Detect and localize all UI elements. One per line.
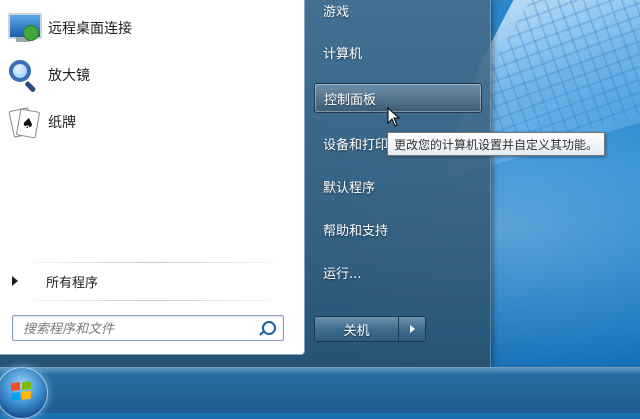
right-item-label: 默认程序: [323, 180, 376, 196]
right-item-label: 帮助和支持: [323, 223, 389, 239]
program-label: 远程桌面连接: [48, 21, 132, 37]
divider: [10, 262, 295, 263]
search-box[interactable]: [12, 315, 284, 341]
right-item-label: 设备和打印: [323, 137, 389, 153]
magnifier-icon: [6, 58, 40, 93]
shutdown-button[interactable]: 关机: [315, 317, 399, 341]
program-remote-desktop[interactable]: 远程桌面连接: [6, 8, 296, 48]
tooltip: 更改您的计算机设置并自定义其功能。: [387, 132, 606, 156]
right-item-label: 计算机: [323, 46, 363, 62]
right-item-computer[interactable]: 计算机: [314, 37, 482, 67]
right-item-label: 游戏: [323, 4, 350, 20]
search-icon[interactable]: [262, 321, 276, 335]
right-item-default-programs[interactable]: 默认程序: [314, 171, 482, 201]
start-menu-left-pane: 远程桌面连接 放大镜 ♠ 纸牌 所有程序: [0, 0, 305, 355]
all-programs-label: 所有程序: [46, 275, 99, 291]
all-programs-button[interactable]: 所有程序: [8, 268, 298, 294]
right-item-help-support[interactable]: 帮助和支持: [314, 214, 482, 244]
arrow-right-icon: [12, 276, 18, 286]
program-label: 放大镜: [48, 68, 90, 84]
right-item-label: 控制面板: [324, 92, 377, 108]
shutdown-label: 关机: [343, 323, 370, 339]
shutdown-options-button[interactable]: [399, 317, 425, 341]
start-menu: 远程桌面连接 放大镜 ♠ 纸牌 所有程序 游戏 计算机: [0, 0, 491, 367]
solitaire-icon: ♠: [6, 105, 41, 139]
program-magnifier[interactable]: 放大镜: [6, 55, 296, 95]
windows-logo-icon: [11, 380, 31, 402]
tooltip-text: 更改您的计算机设置并自定义其功能。: [394, 137, 599, 152]
remote-desktop-icon: [6, 11, 42, 45]
right-item-run[interactable]: 运行...: [314, 257, 482, 287]
program-solitaire[interactable]: ♠ 纸牌: [6, 102, 296, 142]
divider: [10, 300, 295, 301]
search-input[interactable]: [21, 318, 255, 340]
right-item-label: 运行...: [323, 266, 362, 282]
shutdown-button-group: 关机: [314, 316, 426, 342]
right-item-games[interactable]: 游戏: [314, 0, 482, 25]
mouse-cursor-icon: [387, 107, 401, 127]
program-label: 纸牌: [48, 115, 76, 131]
arrow-right-icon: [409, 325, 415, 333]
taskbar: [0, 367, 640, 413]
